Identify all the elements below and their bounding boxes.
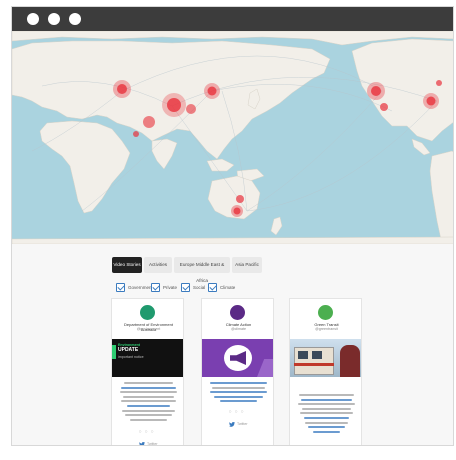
minimize-dot[interactable] — [48, 13, 60, 25]
card-text — [296, 394, 357, 435]
card-text — [118, 382, 179, 423]
card-actions[interactable]: ○○○ — [112, 429, 183, 435]
card-text — [208, 382, 269, 405]
checkbox-icon[interactable] — [116, 282, 125, 292]
story-card[interactable]: Green Transit @greentransit — [289, 298, 362, 445]
media-subtitle: UPDATE — [118, 347, 139, 353]
filter-private[interactable]: Private — [151, 281, 177, 293]
card-author-handle: @greentransit — [315, 327, 338, 331]
filter-checkboxes: Government Private Social Climate — [12, 281, 453, 293]
checkbox-icon[interactable] — [181, 282, 190, 292]
card-source: Twitter — [147, 442, 158, 446]
card-author-handle: @climate — [230, 327, 247, 331]
avatar — [140, 305, 155, 320]
card-media-banner[interactable]: Environment UPDATE important notice — [112, 339, 183, 377]
filter-social[interactable]: Social — [181, 281, 205, 293]
browser-window: Video Stories Activities Europe Middle E… — [11, 6, 454, 446]
maximize-dot[interactable] — [69, 13, 81, 25]
story-tabs: Video Stories Activities Europe Middle E… — [12, 257, 453, 283]
card-actions[interactable]: ○○○ — [202, 409, 273, 415]
filter-climate[interactable]: Climate — [208, 281, 235, 293]
card-author-handle: @environment — [136, 327, 161, 331]
story-card[interactable]: Department of Environment Australia @env… — [111, 298, 184, 446]
avatar — [230, 305, 245, 320]
filter-label: Government — [128, 284, 153, 290]
filter-label: Private — [163, 284, 178, 290]
card-media-banner[interactable] — [202, 339, 273, 377]
world-map[interactable] — [12, 31, 453, 244]
story-card[interactable]: Climate Action @climate ○○○ Twitter — [201, 298, 274, 445]
tab-video-stories[interactable]: Video Stories — [112, 257, 142, 273]
tab-activities[interactable]: Activities — [144, 257, 172, 273]
card-media-photo[interactable] — [290, 339, 361, 377]
avatar — [318, 305, 333, 320]
checkbox-icon[interactable] — [208, 282, 217, 292]
window-titlebar — [12, 7, 453, 31]
twitter-icon[interactable] — [229, 422, 235, 427]
tab-asia-pacific[interactable]: Asia Pacific — [232, 257, 262, 273]
card-source: Twitter — [237, 422, 248, 426]
filter-government[interactable]: Government — [116, 281, 153, 293]
close-dot[interactable] — [27, 13, 39, 25]
world-map-svg — [12, 31, 453, 244]
filter-label: Climate — [220, 284, 236, 290]
twitter-icon[interactable] — [139, 442, 145, 446]
checkbox-icon[interactable] — [151, 282, 160, 292]
filter-label: Social — [193, 284, 206, 290]
tab-emea[interactable]: Europe Middle East & Africa — [174, 257, 230, 283]
media-caption: important notice — [118, 355, 144, 359]
